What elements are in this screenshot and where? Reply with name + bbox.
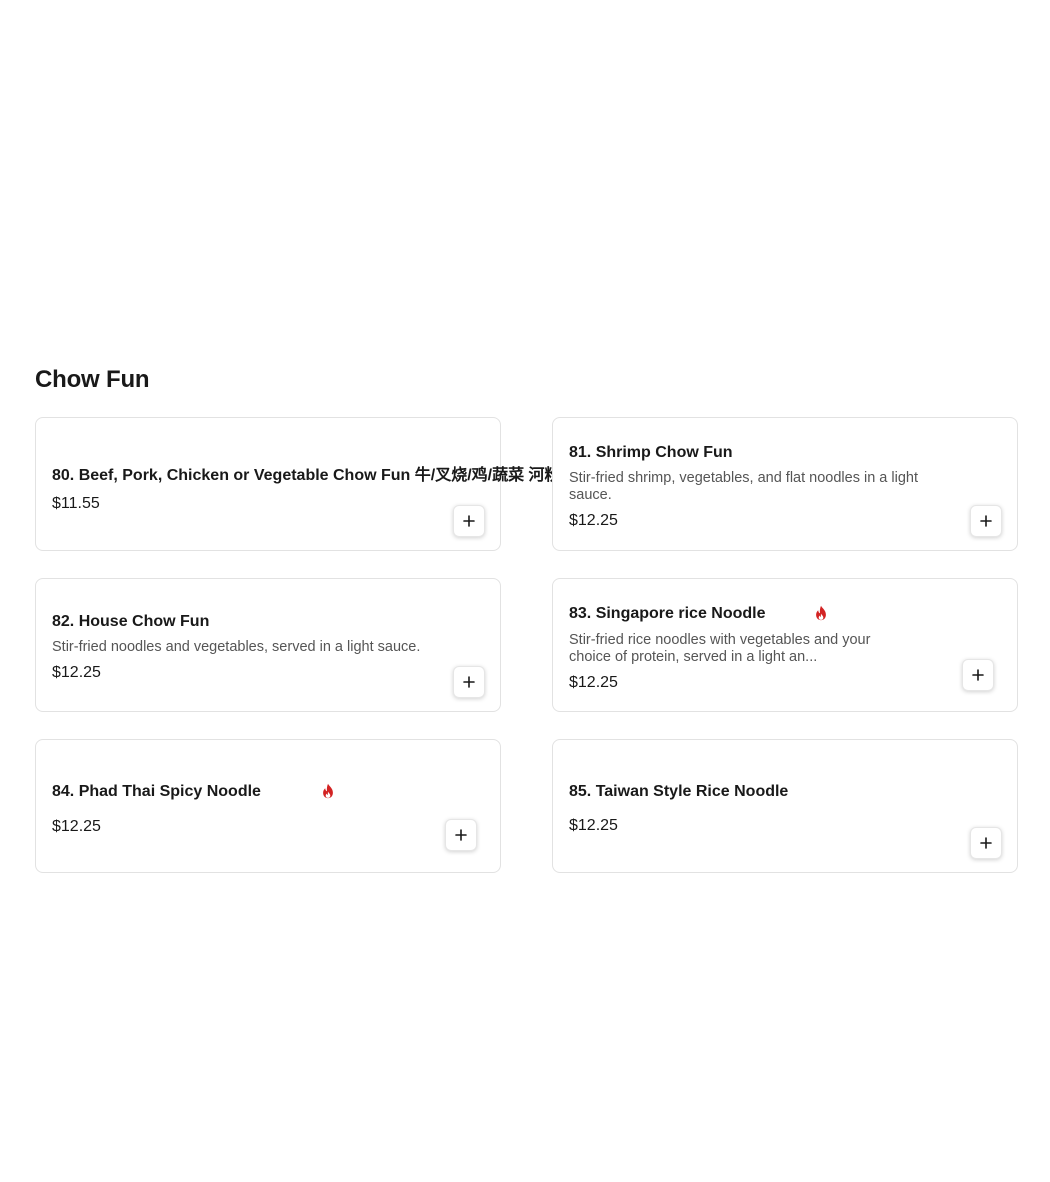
plus-icon: [455, 829, 467, 841]
menu-item-card[interactable]: 85. Taiwan Style Rice Noodle $12.25: [552, 739, 1018, 873]
add-to-cart-button[interactable]: [445, 819, 477, 851]
menu-item-price: $12.25: [52, 818, 101, 835]
menu-item-card[interactable]: 84. Phad Thai Spicy Noodle $12.25: [35, 739, 501, 873]
menu-item-price: $11.55: [52, 495, 100, 512]
menu-item-name: 80. Beef, Pork, Chicken or Vegetable Cho…: [52, 467, 561, 484]
section-title: Chow Fun: [35, 366, 150, 393]
menu-item-description: Stir-fried rice noodles with vegetables …: [569, 632, 871, 665]
menu-item-name: 85. Taiwan Style Rice Noodle: [569, 783, 789, 800]
menu-item-card[interactable]: 83. Singapore rice Noodle Stir-fried ric…: [552, 578, 1018, 712]
add-to-cart-button[interactable]: [970, 505, 1002, 537]
add-to-cart-button[interactable]: [453, 505, 485, 537]
menu-item-price: $12.25: [52, 664, 101, 681]
plus-icon: [980, 515, 992, 527]
menu-item-price: $12.25: [569, 674, 618, 691]
spicy-icon: [816, 605, 826, 621]
plus-icon: [463, 515, 475, 527]
menu-item-card[interactable]: 82. House Chow Fun Stir-fried noodles an…: [35, 578, 501, 712]
menu-item-name: 82. House Chow Fun: [52, 613, 210, 630]
spicy-icon: [323, 783, 333, 799]
menu-item-name: 84. Phad Thai Spicy Noodle: [52, 783, 261, 800]
plus-icon: [972, 669, 984, 681]
plus-icon: [463, 676, 475, 688]
plus-icon: [980, 837, 992, 849]
menu-item-name: 83. Singapore rice Noodle: [569, 605, 766, 622]
menu-item-description: Stir-fried noodles and vegetables, serve…: [52, 639, 421, 655]
menu-item-name: 81. Shrimp Chow Fun: [569, 444, 733, 461]
add-to-cart-button[interactable]: [453, 666, 485, 698]
menu-item-card[interactable]: 80. Beef, Pork, Chicken or Vegetable Cho…: [35, 417, 561, 551]
add-to-cart-button[interactable]: [962, 659, 994, 691]
add-to-cart-button[interactable]: [970, 827, 1002, 859]
menu-item-card[interactable]: 81. Shrimp Chow Fun Stir-fried shrimp, v…: [552, 417, 1018, 551]
menu-item-price: $12.25: [569, 817, 618, 834]
menu-item-price: $12.25: [569, 512, 618, 529]
menu-item-description: Stir-fried shrimp, vegetables, and flat …: [569, 470, 918, 503]
